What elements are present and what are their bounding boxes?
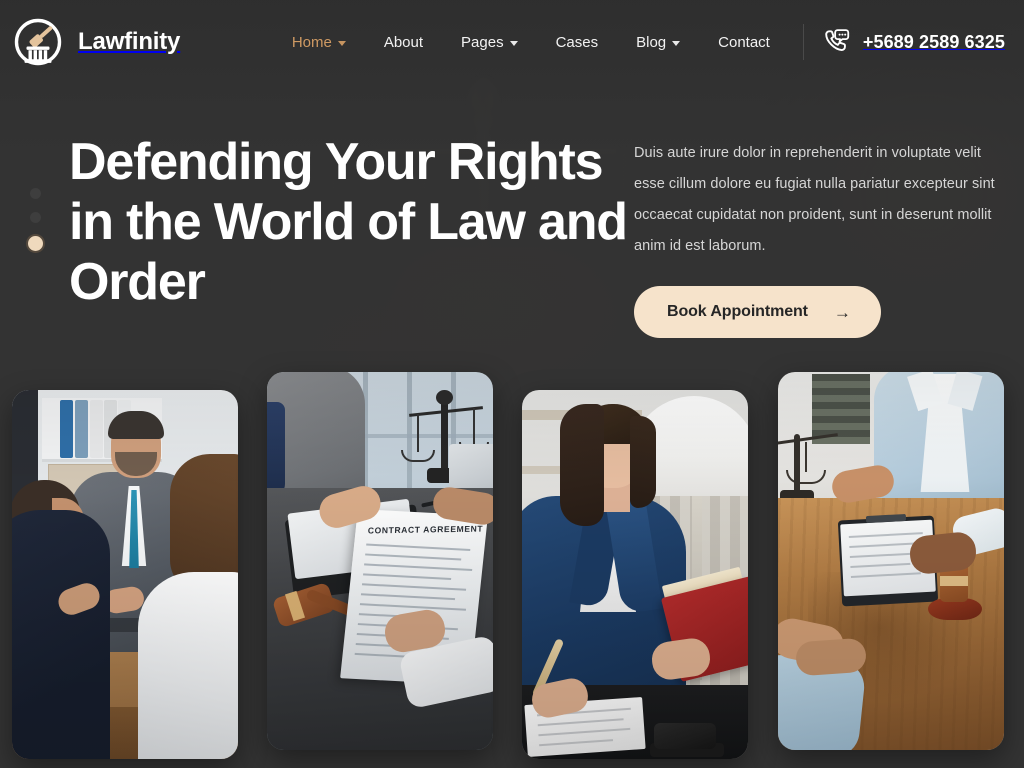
gallery-card-2[interactable]: CONTRACT AGREEMENT [267, 372, 493, 750]
phone-number: +5689 2589 6325 [862, 31, 1005, 52]
arrow-right-icon: → [833, 302, 851, 322]
slider-dot-2[interactable] [30, 212, 41, 223]
nav-item-home[interactable]: Home [273, 34, 365, 51]
site-header: Lawfinity Home About Pages Cases Blog Co… [0, 0, 1024, 84]
page-root: Lawfinity Home About Pages Cases Blog Co… [0, 0, 1024, 768]
nav-item-contact[interactable]: Contact [699, 34, 789, 51]
book-appointment-label: Book Appointment [667, 303, 808, 320]
slider-dot-1[interactable] [30, 188, 41, 199]
nav-item-label: Cases [555, 33, 599, 51]
hero-section: Defending Your Rights in the World of La… [0, 84, 1024, 380]
nav-item-label: Pages [461, 33, 504, 51]
slider-pagination [28, 188, 43, 251]
gallery-card-4[interactable] [778, 372, 1004, 750]
phone-chat-icon [822, 27, 852, 57]
slider-dot-3-active[interactable] [28, 236, 43, 251]
chevron-down-icon [672, 41, 681, 46]
nav-item-label: Contact [718, 33, 770, 51]
book-appointment-button[interactable]: Book Appointment → [634, 286, 881, 338]
gallery-card-3[interactable] [522, 390, 748, 759]
header-divider [802, 24, 804, 60]
hero-paragraph: Duis aute irure dolor in reprehenderit i… [634, 145, 995, 254]
nav-item-label: About [383, 33, 424, 51]
nav-item-label: Home [291, 33, 332, 51]
nav-item-blog[interactable]: Blog [617, 34, 699, 51]
nav-item-cases[interactable]: Cases [537, 34, 618, 51]
chevron-down-icon [337, 41, 346, 46]
phone-contact-link[interactable]: +5689 2589 6325 [822, 27, 1005, 57]
hero-image-gallery: CONTRACT AGREEMENT [0, 368, 1024, 768]
brand-logo-link[interactable]: Lawfinity [11, 15, 180, 69]
gavel-column-emblem-icon [11, 15, 65, 69]
nav-item-label: Blog [636, 33, 667, 51]
hero-headline: Defending Your Rights in the World of La… [69, 133, 628, 311]
brand-name: Lawfinity [78, 28, 181, 55]
chevron-down-icon [509, 41, 518, 46]
main-navigation: Home About Pages Cases Blog Contact [273, 34, 789, 51]
nav-item-pages[interactable]: Pages [442, 34, 537, 51]
gallery-card-1[interactable] [12, 390, 238, 759]
hero-right-column: Duis aute irure dolor in reprehenderit i… [634, 138, 1004, 338]
contract-agreement-title: CONTRACT AGREEMENT [367, 523, 484, 536]
nav-item-about[interactable]: About [365, 34, 442, 51]
